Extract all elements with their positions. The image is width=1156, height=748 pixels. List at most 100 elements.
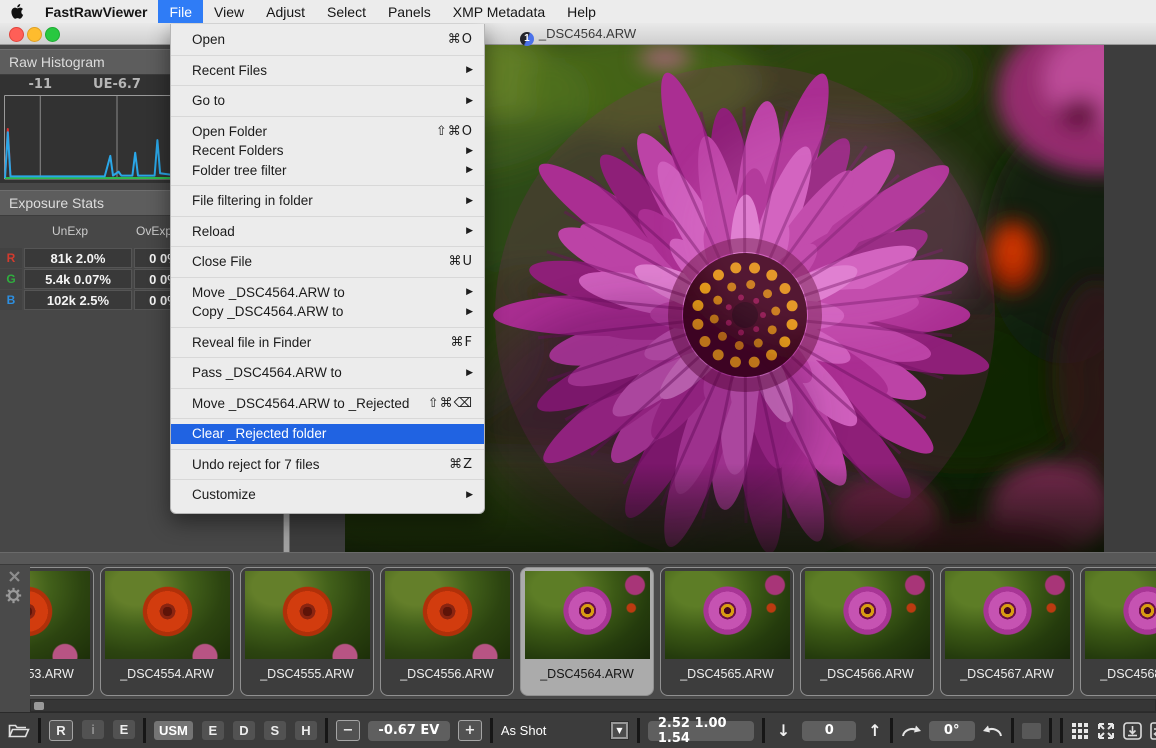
menubar-item-select[interactable]: Select — [316, 0, 377, 23]
apple-logo-icon — [11, 4, 24, 19]
menu-item-reload[interactable]: Reload▶ — [171, 222, 484, 242]
rotate-cw-icon[interactable] — [901, 724, 923, 738]
open-folder-icon[interactable] — [8, 723, 30, 738]
minimize-button[interactable] — [27, 27, 42, 42]
filmstrip-thumb-dsc4568-arw[interactable]: _DSC4568.ARW — [1080, 567, 1156, 696]
view-h-button[interactable]: H — [295, 721, 317, 740]
menu-item-open[interactable]: Open⌘O — [171, 30, 484, 50]
histogram-label-ue-6-7: UE-6.7 — [93, 77, 141, 92]
apple-menu[interactable] — [0, 0, 34, 23]
menu-item-clear-rejected-folder[interactable]: Clear _Rejected folder — [171, 424, 484, 444]
menu-item-file-filtering-in-folder[interactable]: File filtering in folder▶ — [171, 191, 484, 211]
view-d-button[interactable]: D — [233, 721, 255, 740]
unexp-value: 81k 2.0% — [24, 248, 132, 268]
chevron-down-icon: ▼ — [613, 724, 626, 737]
menu-item-recent-folders[interactable]: Recent Folders▶ — [171, 141, 484, 161]
toolbar-separator — [637, 718, 640, 743]
white-balance-dropdown[interactable]: As Shot ▼ — [501, 721, 629, 740]
filmstrip-settings-icon[interactable] — [5, 587, 22, 609]
menu-item-label: Close File — [192, 254, 252, 269]
filmstrip-close-icon[interactable] — [8, 570, 21, 583]
menu-item-open-folder[interactable]: Open Folder⇧⌘O — [171, 122, 484, 142]
menu-item-go-to[interactable]: Go to▶ — [171, 91, 484, 111]
menubar-item-xmp-metadata[interactable]: XMP Metadata — [442, 0, 556, 23]
view-usm-button[interactable]: USM — [154, 721, 193, 740]
toolbar-separator — [1011, 718, 1014, 743]
filmstrip-thumb-dsc4555-arw[interactable]: _DSC4555.ARW — [240, 567, 374, 696]
blank-button[interactable] — [1022, 723, 1041, 739]
e-button[interactable]: E — [113, 720, 135, 739]
menubar-item-file[interactable]: File — [158, 0, 203, 23]
r-button[interactable]: R — [49, 720, 73, 741]
filmstrip-thumb-dsc4553-arw[interactable]: _DSC4553.ARW — [30, 567, 94, 696]
submenu-arrow-icon: ▶ — [466, 165, 473, 175]
menu-item-label: Reload — [192, 224, 235, 239]
filmstrip-thumb-dsc4554-arw[interactable]: _DSC4554.ARW — [100, 567, 234, 696]
zoom-button[interactable] — [45, 27, 60, 42]
thumbnail-filename: _DSC4565.ARW — [664, 667, 790, 681]
view-s-button[interactable]: S — [264, 721, 286, 740]
rating-down-button[interactable]: ↓ — [777, 721, 790, 740]
menu-item-label: Recent Folders — [192, 143, 284, 158]
dropdown-arrow-button[interactable]: ▼ — [610, 721, 629, 740]
rotate-ccw-icon[interactable] — [981, 724, 1003, 738]
histogram-label-11: -11 — [29, 77, 53, 92]
menu-shortcut: ⇧⌘O — [436, 124, 473, 139]
filmstrip-thumb-dsc4564-arw[interactable]: _DSC4564.ARW — [520, 567, 654, 696]
ev-plus-button[interactable]: + — [458, 720, 482, 741]
menu-item-label: Reveal file in Finder — [192, 335, 311, 350]
menu-item-move-dsc4564-arw-to[interactable]: Move _DSC4564.ARW to▶ — [171, 283, 484, 303]
ev-value-field[interactable]: -0.67 EV — [368, 721, 450, 741]
filmstrip-thumb-dsc4556-arw[interactable]: _DSC4556.ARW — [380, 567, 514, 696]
submenu-arrow-icon: ▶ — [466, 96, 473, 106]
menubar-item-panels[interactable]: Panels — [377, 0, 442, 23]
wb-multipliers-field[interactable]: 2.52 1.00 1.54 — [648, 721, 754, 741]
fullscreen-icon[interactable] — [1097, 722, 1115, 740]
submenu-arrow-icon: ▶ — [466, 65, 473, 75]
menu-item-undo-reject-for-7-files[interactable]: Undo reject for 7 files⌘Z — [171, 455, 484, 475]
i-button[interactable]: i — [82, 720, 104, 739]
thumbnail-filename: _DSC4566.ARW — [804, 667, 930, 681]
menu-item-pass-dsc4564-arw-to[interactable]: Pass _DSC4564.ARW to▶ — [171, 363, 484, 383]
menu-item-close-file[interactable]: Close File⌘U — [171, 252, 484, 272]
unexp-value: 102k 2.5% — [24, 290, 132, 310]
grid-view-icon[interactable] — [1071, 722, 1089, 740]
ev-minus-button[interactable]: − — [336, 720, 360, 741]
menubar-item-view[interactable]: View — [203, 0, 255, 23]
filmstrip-scrollbar-thumb[interactable] — [34, 702, 44, 710]
submenu-arrow-icon: ▶ — [466, 368, 473, 378]
rotation-angle-field[interactable]: 0° — [929, 721, 975, 741]
menu-item-label: Recent Files — [192, 63, 267, 78]
filmstrip-thumb-dsc4565-arw[interactable]: _DSC4565.ARW — [660, 567, 794, 696]
thumbnail-image — [525, 571, 650, 659]
view-e-button[interactable]: E — [202, 721, 224, 740]
menu-item-copy-dsc4564-arw-to[interactable]: Copy _DSC4564.ARW to▶ — [171, 302, 484, 322]
menu-item-move-dsc4564-arw-to-rejected[interactable]: Move _DSC4564.ARW to _Rejected⇧⌘⌫ — [171, 394, 484, 414]
menu-shortcut: ⌘F — [451, 335, 473, 350]
menu-item-reveal-file-in-finder[interactable]: Reveal file in Finder ⌘F — [171, 333, 484, 353]
view-button-group: USM EDSH — [154, 721, 317, 740]
filmstrip-scrollbar[interactable] — [30, 699, 1156, 712]
toolbar-separator — [490, 718, 493, 743]
export-icon[interactable] — [1123, 722, 1142, 740]
menu-item-label: Folder tree filter — [192, 163, 287, 178]
panel-toggle-icon[interactable] — [1150, 722, 1156, 740]
menu-shortcut: ⌘O — [448, 32, 473, 47]
menubar: FastRawViewerFileViewAdjustSelectPanelsX… — [0, 0, 1156, 23]
menubar-item-fastrawviewer[interactable]: FastRawViewer — [34, 0, 158, 23]
rating-value-field[interactable]: 0 — [802, 721, 856, 741]
filmstrip-panel: _DSC4553.ARW_DSC4554.ARW_DSC4555.ARW_DSC… — [0, 564, 1156, 714]
close-button[interactable] — [9, 27, 24, 42]
thumbnail-filename: _DSC4553.ARW — [30, 667, 90, 681]
channel-label: G — [0, 269, 22, 289]
menu-item-label: File filtering in folder — [192, 193, 313, 208]
filmstrip-thumb-dsc4567-arw[interactable]: _DSC4567.ARW — [940, 567, 1074, 696]
menubar-item-help[interactable]: Help — [556, 0, 607, 23]
menu-item-folder-tree-filter[interactable]: Folder tree filter ▶ — [171, 161, 484, 181]
menu-item-recent-files[interactable]: Recent Files ▶ — [171, 61, 484, 81]
column-header-unexp: UnExp — [52, 224, 88, 238]
filmstrip-thumb-dsc4566-arw[interactable]: _DSC4566.ARW — [800, 567, 934, 696]
menu-item-customize[interactable]: Customize▶ — [171, 485, 484, 505]
menubar-item-adjust[interactable]: Adjust — [255, 0, 316, 23]
rating-up-button[interactable]: ↑ — [868, 721, 881, 740]
